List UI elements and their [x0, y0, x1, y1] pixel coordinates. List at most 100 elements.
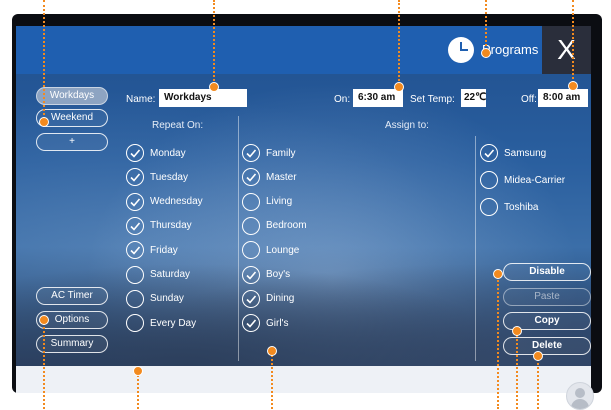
annotation-marker [568, 81, 578, 91]
checked-circle-icon[interactable] [126, 144, 144, 162]
avatar-icon[interactable] [566, 382, 594, 410]
annotation-line [572, 0, 574, 87]
room-checkbox[interactable]: Living [242, 192, 293, 211]
checked-circle-icon[interactable] [242, 314, 260, 333]
divider-line [475, 136, 476, 361]
annotation-marker [533, 351, 543, 361]
room-checkbox[interactable]: Family [242, 144, 295, 162]
day-checkbox[interactable]: Thursday [126, 216, 192, 235]
room-checkbox-label: Family [266, 147, 296, 159]
clock-icon[interactable] [448, 37, 474, 63]
add-program-button[interactable]: + [36, 133, 108, 151]
header-bar: Programs X [16, 26, 591, 74]
screen: Programs X Workdays Weekend + AC Timer O… [16, 26, 591, 366]
name-label: Name: [126, 94, 156, 105]
unchecked-circle-icon[interactable] [242, 216, 260, 235]
annotation-line [271, 350, 273, 409]
day-checkbox[interactable]: Wednesday [126, 192, 203, 211]
checked-circle-icon[interactable] [126, 192, 144, 211]
room-checkbox[interactable]: Bedroom [242, 216, 307, 235]
room-checkbox[interactable]: Lounge [242, 241, 300, 260]
disable-button[interactable]: Disable [503, 263, 591, 281]
room-checkbox-label: Dining [266, 293, 295, 305]
paste-button[interactable]: Paste [503, 288, 591, 306]
checked-circle-icon[interactable] [480, 144, 498, 162]
room-checkbox-label: Master [266, 171, 297, 183]
checked-circle-icon[interactable] [126, 241, 144, 260]
day-checkbox-label: Sunday [150, 293, 184, 305]
checked-circle-icon[interactable] [242, 168, 260, 187]
checked-circle-icon[interactable] [242, 289, 260, 308]
annotation-marker [39, 315, 49, 325]
summary-button[interactable]: Summary [36, 335, 108, 353]
program-workdays-button[interactable]: Workdays [36, 87, 108, 105]
room-checkbox-label: Bedroom [266, 220, 307, 232]
annotation-line [497, 273, 499, 409]
brand-checkbox[interactable]: Midea-Carrier [480, 171, 565, 189]
divider-line [238, 116, 239, 361]
annotation-marker [493, 269, 503, 279]
room-checkbox[interactable]: Master [242, 168, 297, 187]
unchecked-circle-icon[interactable] [242, 192, 260, 211]
annotation-line [213, 0, 215, 88]
annotation-line [485, 0, 487, 54]
on-time-input[interactable]: 6:30 am [353, 89, 403, 107]
room-checkbox-label: Lounge [266, 244, 300, 256]
day-checkbox[interactable]: Saturday [126, 265, 191, 284]
room-checkbox[interactable]: Boy's [242, 265, 291, 284]
on-label: On: [334, 94, 351, 105]
repeat-on-heading: Repeat On: [152, 120, 204, 131]
day-checkbox[interactable]: Every Day [126, 314, 197, 333]
annotation-marker [481, 48, 491, 58]
annotation-marker [39, 117, 49, 127]
annotation-line [398, 0, 400, 88]
checked-circle-icon[interactable] [126, 168, 144, 187]
assign-to-heading: Assign to: [385, 120, 429, 131]
brand-checkbox-label: Midea-Carrier [504, 174, 566, 186]
day-checkbox-label: Tuesday [150, 171, 188, 183]
day-checkbox[interactable]: Friday [126, 241, 178, 260]
brand-checkbox[interactable]: Samsung [480, 144, 546, 162]
annotation-line [516, 330, 518, 409]
room-checkbox-label: Boy's [266, 269, 291, 280]
annotation-line [43, 319, 45, 409]
checked-circle-icon[interactable] [126, 216, 144, 235]
unchecked-circle-icon[interactable] [480, 198, 498, 216]
annotation-marker [133, 366, 143, 376]
day-checkbox[interactable]: Sunday [126, 289, 184, 308]
checked-circle-icon[interactable] [242, 265, 260, 284]
annotation-marker [209, 82, 219, 92]
day-checkbox-label: Every Day [150, 317, 197, 329]
room-checkbox[interactable]: Dining [242, 289, 295, 308]
day-checkbox[interactable]: Tuesday [126, 168, 188, 187]
annotation-marker [512, 326, 522, 336]
day-checkbox-label: Thursday [150, 220, 192, 232]
unchecked-circle-icon[interactable] [480, 171, 498, 189]
bottom-strip [16, 366, 591, 393]
unchecked-circle-icon[interactable] [126, 289, 144, 308]
brand-checkbox-label: Toshiba [504, 201, 539, 213]
room-checkbox[interactable]: Girl's [242, 314, 288, 333]
room-checkbox-label: Living [266, 196, 293, 208]
unchecked-circle-icon[interactable] [126, 265, 144, 284]
set-temp-input[interactable]: 22℃ [461, 89, 486, 107]
set-temp-label: Set Temp: [410, 94, 455, 105]
off-time-input[interactable]: 8:00 am [538, 89, 588, 107]
brand-checkbox-label: Samsung [504, 147, 547, 159]
close-button[interactable]: X [542, 26, 591, 74]
day-checkbox-label: Wednesday [150, 196, 203, 208]
day-checkbox-label: Saturday [150, 269, 191, 280]
day-checkbox-label: Monday [150, 147, 186, 159]
checked-circle-icon[interactable] [242, 144, 260, 162]
off-label: Off: [521, 94, 537, 105]
day-checkbox[interactable]: Monday [126, 144, 186, 162]
annotation-line [43, 0, 45, 123]
unchecked-circle-icon[interactable] [126, 314, 144, 333]
unchecked-circle-icon[interactable] [242, 241, 260, 260]
annotation-line [537, 355, 539, 409]
name-input[interactable]: Workdays [159, 89, 247, 107]
annotation-marker [267, 346, 277, 356]
brand-checkbox[interactable]: Toshiba [480, 198, 538, 216]
ac-timer-button[interactable]: AC Timer [36, 287, 108, 305]
annotation-marker [394, 82, 404, 92]
